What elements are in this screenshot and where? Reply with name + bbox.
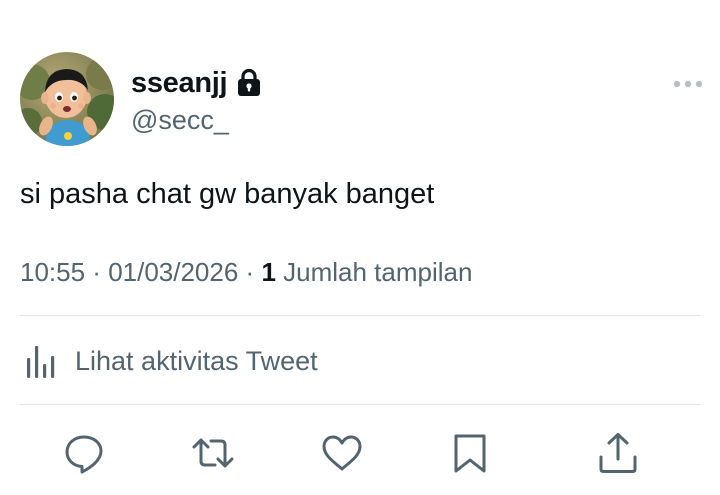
- user-handle[interactable]: @secc_: [131, 104, 229, 136]
- view-activity-label[interactable]: Lihat aktivitas Tweet: [75, 344, 318, 378]
- views-label: Jumlah tampilan: [275, 257, 473, 287]
- reply-icon: [65, 435, 103, 474]
- retweet-icon: [192, 438, 234, 468]
- tweet-detail: sseanjj @secc_ si pasha chat gw banyak b…: [0, 0, 720, 495]
- tweet-meta: 10:55 · 01/03/2026 · 1 Jumlah tampilan: [20, 255, 472, 289]
- reply-button[interactable]: [62, 431, 106, 475]
- tweet-text: si pasha chat gw banyak banget: [20, 178, 435, 210]
- bookmark-button[interactable]: [448, 431, 492, 475]
- tweet-date[interactable]: 01/03/2026: [108, 257, 238, 287]
- meta-separator: ·: [85, 257, 109, 287]
- share-button[interactable]: [596, 431, 640, 475]
- avatar-image: [20, 58, 114, 146]
- views-count: 1: [261, 257, 276, 287]
- lock-icon: [236, 68, 262, 98]
- retweet-button[interactable]: [191, 431, 235, 475]
- divider: [20, 404, 700, 405]
- tweet-time[interactable]: 10:55: [20, 257, 85, 287]
- like-button[interactable]: [320, 431, 364, 475]
- display-name-text[interactable]: sseanjj: [131, 66, 228, 100]
- display-name[interactable]: sseanjj: [131, 66, 262, 100]
- heart-icon: [322, 435, 362, 471]
- more-options-icon[interactable]: [673, 77, 703, 91]
- avatar[interactable]: [20, 52, 114, 146]
- meta-separator: ·: [238, 257, 262, 287]
- analytics-icon: [24, 342, 62, 380]
- share-icon: [599, 433, 637, 473]
- divider: [20, 315, 700, 316]
- view-tweet-activity-link[interactable]: Lihat aktivitas Tweet: [24, 341, 318, 381]
- bookmark-icon: [454, 434, 486, 473]
